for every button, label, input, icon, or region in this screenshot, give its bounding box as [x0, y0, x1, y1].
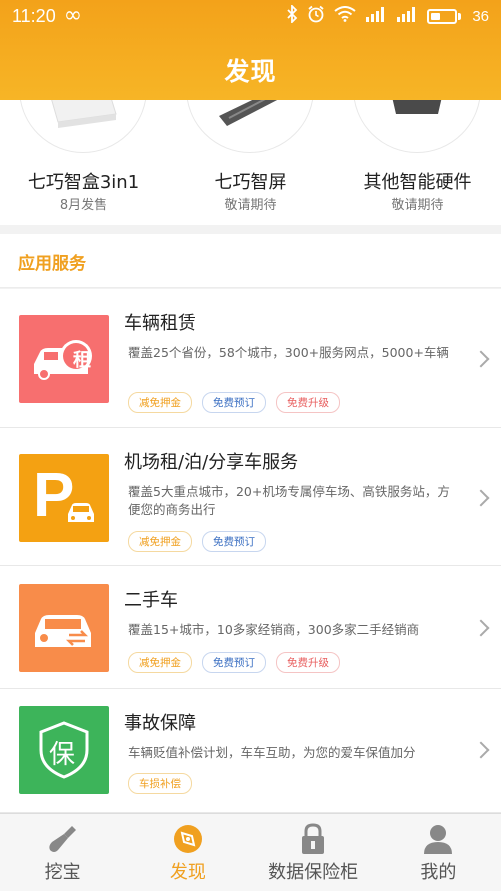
tag: 减免押金 — [128, 531, 192, 552]
tag: 车损补偿 — [128, 773, 192, 794]
service-title: 二手车 — [124, 590, 178, 611]
bluetooth-icon — [286, 3, 298, 27]
hardware-image-circle — [353, 100, 481, 153]
service-item-accident[interactable]: 保 事故保障 车辆贬值补偿计划，车车互助，为您的爱车保值加分 车损补偿 — [0, 689, 501, 813]
service-desc: 车辆贬值补偿计划，车车互助，为您的爱车保值加分 — [128, 745, 416, 760]
nav-label: 我的 — [420, 862, 457, 883]
section-header: 应用服务 — [0, 234, 501, 288]
tag: 减免押金 — [128, 392, 192, 413]
shovel-icon — [46, 822, 80, 860]
hardware-name: 其他智能硬件 — [363, 172, 472, 193]
hardware-strip: 七巧智盒3in1 8月发售 七巧智屏 敬请期待 其他智能硬件 敬请期待 — [0, 100, 501, 225]
nav-item-data-vault[interactable]: 数据保险柜 — [251, 814, 376, 891]
tag: 免费预订 — [202, 531, 266, 552]
nav-label: 数据保险柜 — [268, 862, 359, 883]
service-tags: 减免押金 免费预订 免费升级 — [128, 652, 340, 673]
parking-icon: P — [19, 454, 109, 542]
tag: 减免押金 — [128, 652, 192, 673]
chevron-right-icon — [472, 619, 490, 637]
chevron-right-icon — [472, 741, 490, 759]
service-desc: 覆盖25个省份，58个城市，300+服务网点，5000+车辆 — [128, 345, 449, 360]
used-car-icon — [19, 584, 109, 672]
service-tags: 车损补偿 — [128, 773, 192, 794]
service-title: 车辆租赁 — [124, 313, 196, 334]
rent-badge: 租 — [73, 350, 91, 371]
hardware-image-circle — [186, 100, 314, 153]
shield-icon: 保 — [19, 706, 109, 794]
tag: 免费升级 — [276, 652, 340, 673]
service-desc: 覆盖15+城市，10多家经销商，300多家二手经销商 — [128, 622, 420, 637]
battery-icon — [427, 8, 462, 24]
bottom-nav: 挖宝 发现 数据保险柜 我的 — [0, 813, 501, 891]
service-title: 事故保障 — [124, 713, 196, 734]
user-icon — [421, 822, 455, 860]
tag: 免费预订 — [202, 652, 266, 673]
hardware-name: 七巧智盒3in1 — [27, 172, 140, 193]
car-rent-icon: 租 — [19, 315, 109, 403]
signal-icon — [365, 6, 387, 26]
tag: 免费升级 — [276, 392, 340, 413]
infinity-icon: ∞ — [63, 3, 83, 28]
signal-2-icon — [396, 6, 418, 26]
chevron-right-icon — [472, 489, 490, 507]
compass-icon — [171, 822, 205, 860]
wifi-icon — [334, 6, 356, 26]
lock-icon — [298, 822, 328, 860]
nav-item-treasure[interactable]: 挖宝 — [0, 814, 125, 891]
hardware-sub: 8月发售 — [59, 198, 108, 213]
status-time: 11:20 — [12, 5, 56, 26]
other-hardware-image — [382, 100, 452, 132]
shield-text: 保 — [49, 740, 76, 770]
hardware-name: 七巧智屏 — [214, 172, 287, 193]
service-item-airport[interactable]: P 机场租/泊/分享车服务 覆盖5大重点城市，20+机场专属停车场、高铁服务站，… — [0, 428, 501, 566]
service-item-used-car[interactable]: 二手车 覆盖15+城市，10多家经销商，300多家二手经销商 减免押金 免费预订… — [0, 566, 501, 689]
nav-item-me[interactable]: 我的 — [376, 814, 501, 891]
service-tags: 减免押金 免费预订 — [128, 531, 266, 552]
service-item-rental[interactable]: 租 车辆租赁 覆盖25个省份，58个城市，300+服务网点，5000+车辆 减免… — [0, 289, 501, 428]
section-title: 应用服务 — [18, 254, 86, 274]
tag: 免费预订 — [202, 392, 266, 413]
hardware-sub: 敬请期待 — [391, 198, 444, 213]
alarm-icon — [307, 5, 325, 27]
smart-screen-image — [215, 100, 285, 132]
chevron-right-icon — [472, 350, 490, 368]
app-header: 11:20 ∞ 36 发现 — [0, 0, 501, 100]
service-desc: 覆盖5大重点城市，20+机场专属停车场、高铁服务站，方便您的商务出行 — [128, 484, 450, 517]
smart-box-image — [48, 100, 118, 132]
nav-item-discover[interactable]: 发现 — [125, 814, 250, 891]
service-title: 机场租/泊/分享车服务 — [124, 452, 299, 473]
nav-label: 发现 — [169, 862, 206, 883]
status-bar: 11:20 ∞ 36 — [0, 0, 501, 32]
page-title: 发现 — [224, 57, 277, 86]
nav-label: 挖宝 — [44, 862, 81, 883]
hardware-image-circle — [19, 100, 147, 153]
battery-level: 36 — [472, 7, 489, 25]
service-tags: 减免押金 免费预订 免费升级 — [128, 392, 340, 413]
hardware-sub: 敬请期待 — [224, 198, 277, 213]
